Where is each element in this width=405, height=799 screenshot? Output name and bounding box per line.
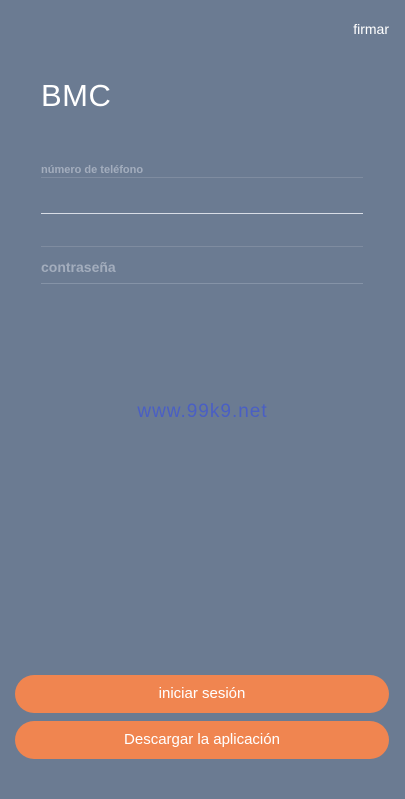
- login-screen: firmar BMC número de teléfono www.99k9.n…: [0, 0, 405, 799]
- download-app-button[interactable]: Descargar la aplicación: [15, 721, 389, 759]
- sign-link[interactable]: firmar: [353, 21, 389, 37]
- watermark-text: www.99k9.net: [137, 401, 268, 422]
- phone-label-divider: [41, 177, 363, 178]
- password-input[interactable]: [41, 250, 363, 284]
- phone-input[interactable]: [41, 182, 363, 214]
- app-title: BMC: [41, 78, 112, 113]
- login-button[interactable]: iniciar sesión: [15, 675, 389, 713]
- phone-field-label: número de teléfono: [41, 164, 144, 176]
- password-top-divider: [41, 246, 363, 247]
